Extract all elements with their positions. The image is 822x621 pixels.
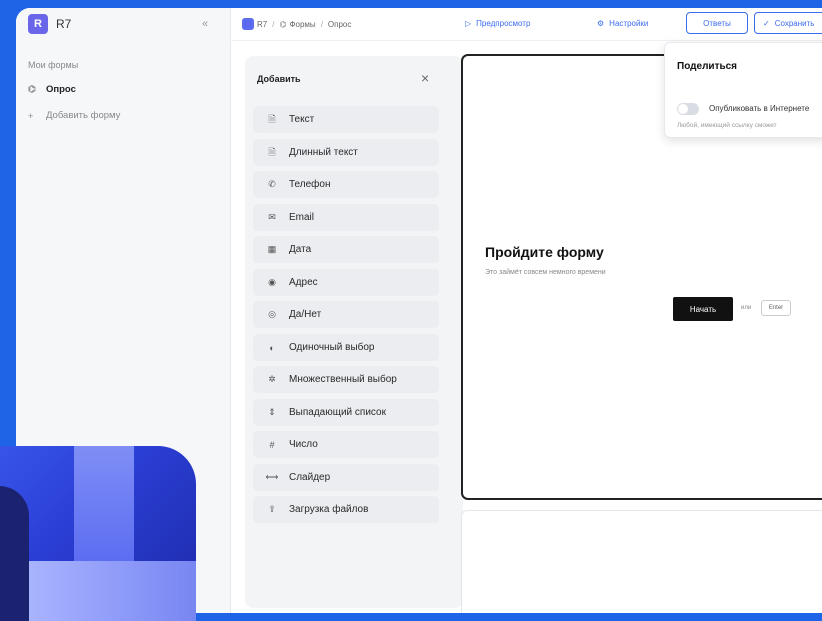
field-item-label: Выпадающий список: [289, 407, 386, 418]
next-question-card[interactable]: [461, 510, 822, 613]
workspace-badge-icon: [242, 18, 254, 30]
field-item-phone[interactable]: ✆ Телефон: [253, 171, 439, 198]
settings-label: Настройки: [609, 19, 649, 28]
decorative-shape: [29, 561, 196, 621]
save-button[interactable]: ✓ Сохранить: [754, 12, 822, 34]
answers-label: Ответы: [703, 18, 731, 28]
breadcrumb-workspace[interactable]: R7: [257, 20, 267, 29]
field-item-label: Загрузка файлов: [289, 504, 369, 515]
field-item-label: Адрес: [289, 277, 318, 288]
decorative-graphic: [0, 446, 196, 621]
breadcrumb-current: Опрос: [327, 19, 352, 29]
slider-icon: ⟷: [265, 472, 279, 482]
breadcrumb-separator: /: [320, 19, 323, 29]
share-title: Поделиться: [677, 61, 738, 72]
number-icon: #: [269, 439, 275, 450]
yes-no-icon: ◎: [268, 309, 276, 319]
upload-icon: ⇪: [268, 504, 276, 514]
preview-button[interactable]: ▷ Предпросмотр: [465, 19, 530, 28]
field-item-label: Слайдер: [289, 472, 331, 483]
field-item-slider[interactable]: ⟷ Слайдер: [253, 464, 439, 491]
decorative-shape: [0, 486, 29, 621]
sidebar-section-label: Мои формы: [28, 60, 79, 70]
field-item-label: Да/Нет: [289, 309, 322, 320]
breadcrumb-forms[interactable]: Формы: [289, 20, 315, 29]
sidebar-item-form[interactable]: ⌬ Опрос: [28, 84, 76, 95]
field-item-label: Текст: [289, 114, 315, 125]
form-subtitle: Это займёт совсем немного времени: [485, 269, 606, 276]
chevrons-left-icon[interactable]: «: [202, 18, 208, 30]
publish-hint: Любой, имеющий ссылку сможет: [677, 122, 777, 129]
field-item-email[interactable]: ✉ Email: [253, 204, 439, 231]
field-item-label: Длинный текст: [289, 147, 358, 158]
breadcrumb: R7 / ⌬ Формы / Опрос: [242, 18, 351, 30]
form-icon: ⌬: [28, 84, 36, 94]
long-text-icon: 🗎: [268, 146, 276, 157]
toggle-knob: [678, 104, 688, 114]
add-form-button[interactable]: + Добавить форму: [28, 110, 120, 121]
forms-icon: ⌬: [279, 19, 287, 29]
sidebar-item-label: Опрос: [46, 84, 76, 95]
field-item-upload[interactable]: ⇪ Загрузка файлов: [253, 496, 439, 523]
save-label: Сохранить: [774, 18, 815, 28]
settings-button[interactable]: ⚙ Настройки: [597, 19, 648, 28]
logo[interactable]: R R7: [28, 14, 71, 34]
field-item-label: Число: [289, 439, 318, 450]
field-item-multiple-choice[interactable]: ✲ Множественный выбор: [253, 366, 439, 393]
add-panel-title: Добавить: [257, 74, 301, 84]
field-item-number[interactable]: # Число: [253, 431, 439, 458]
app-name: R7: [56, 17, 72, 31]
plus-icon: +: [28, 110, 34, 121]
or-label: или: [741, 305, 752, 311]
gear-icon: ⚙: [597, 19, 605, 28]
play-icon: ▷: [465, 19, 472, 28]
field-item-label: Дата: [289, 244, 312, 255]
preview-label: Предпросмотр: [476, 19, 531, 28]
check-icon: ✓: [763, 18, 770, 28]
field-item-date[interactable]: ▦ Дата: [253, 236, 439, 263]
publish-toggle[interactable]: [677, 103, 699, 115]
close-icon[interactable]: ×: [421, 70, 429, 86]
email-icon: ✉: [268, 212, 276, 222]
field-item-yes-no[interactable]: ◎ Да/Нет: [253, 301, 439, 328]
form-title: Пройдите форму: [485, 244, 604, 260]
field-item-single-choice[interactable]: ◐ Одиночный выбор: [253, 334, 439, 361]
field-item-label: Одиночный выбор: [289, 342, 375, 353]
breadcrumb-separator: /: [272, 19, 275, 29]
field-item-text[interactable]: 🗎 Текст: [253, 106, 439, 133]
dropdown-icon: ⇕: [268, 407, 276, 417]
answers-button[interactable]: Ответы: [686, 12, 748, 34]
logo-badge: R: [28, 14, 48, 34]
field-item-label: Телефон: [289, 179, 331, 190]
phone-icon: ✆: [268, 179, 276, 189]
start-button[interactable]: Начать: [673, 297, 733, 321]
share-popover: Поделиться Опубликовать в Интернете Любо…: [664, 42, 822, 138]
field-item-label: Email: [289, 212, 315, 223]
sidebar-item-label: Добавить форму: [46, 110, 121, 121]
field-item-address[interactable]: ◉ Адрес: [253, 269, 439, 296]
top-toolbar: R7 / ⌬ Формы / Опрос ▷ Предпросмотр ⚙ На…: [230, 8, 822, 41]
field-item-label: Множественный выбор: [289, 374, 397, 385]
calendar-icon: ▦: [267, 244, 277, 254]
single-choice-icon: ◐: [269, 342, 275, 353]
field-item-dropdown[interactable]: ⇕ Выпадающий список: [253, 399, 439, 426]
enter-key-hint: Enter: [761, 300, 791, 316]
field-item-long-text[interactable]: 🗎 Длинный текст: [253, 139, 439, 166]
add-field-panel: Добавить × 🗎 Текст 🗎 Длинный текст ✆ Тел…: [245, 56, 463, 608]
multiple-choice-icon: ✲: [268, 374, 276, 384]
text-icon: 🗎: [268, 113, 276, 124]
publish-label: Опубликовать в Интернете: [709, 104, 810, 113]
location-icon: ◉: [268, 277, 276, 287]
